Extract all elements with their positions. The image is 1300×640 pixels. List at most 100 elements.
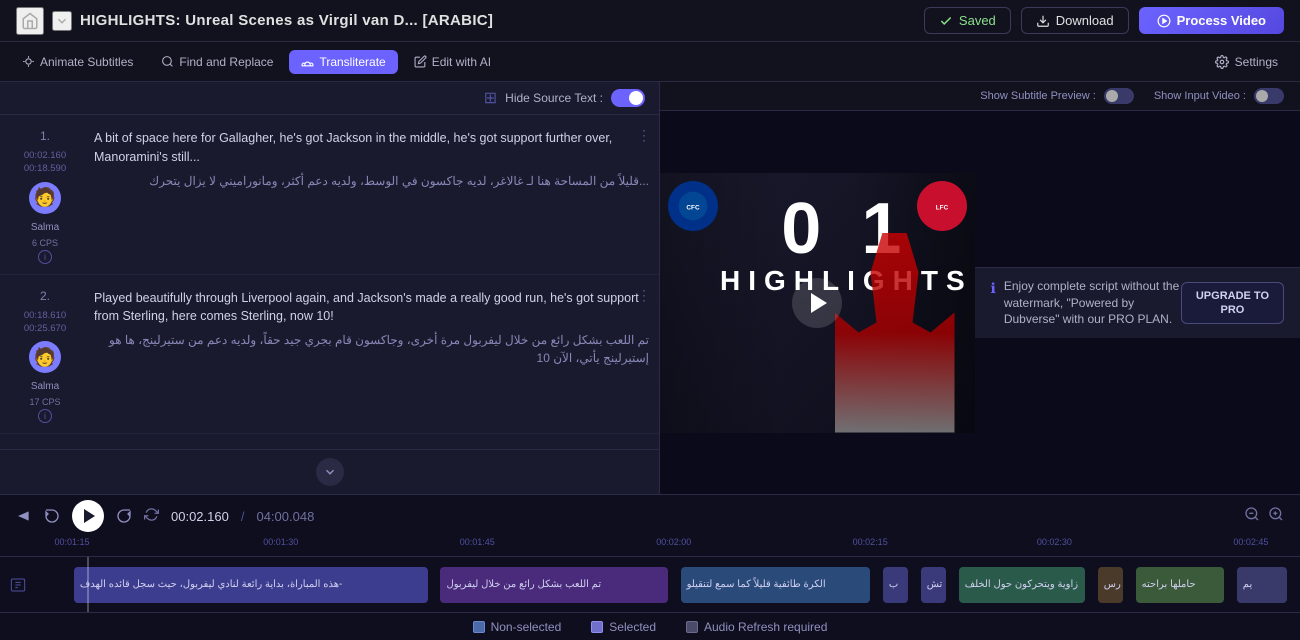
upgrade-banner: ℹ Enjoy complete script without the wate… (975, 267, 1300, 338)
top-bar: HIGHLIGHTS: Unreal Scenes as Virgil van … (0, 0, 1300, 42)
subtitles-list: 1. 00:02.160 00:18.590 🧑 Salma 6 CPS i A… (0, 115, 659, 449)
entry-source-text-2[interactable]: Played beautifully through Liverpool aga… (94, 289, 649, 327)
entry-source-text-1[interactable]: A bit of space here for Gallagher, he's … (94, 129, 649, 167)
ruler-mark-1: 00:01:30 (263, 537, 298, 547)
entry-source-text-3[interactable]: Or is it? (94, 448, 649, 449)
playhead (87, 557, 89, 612)
play-icon (811, 293, 827, 313)
status-audio-refresh: Audio Refresh required (686, 620, 827, 634)
transliterate-button[interactable]: Transliterate (289, 50, 397, 74)
previous-button[interactable] (16, 508, 32, 524)
clip-segment-0[interactable]: هذه المباراة، بداية رائعة لنادي ليفربول،… (74, 567, 428, 603)
ruler-mark-5: 00:02:30 (1037, 537, 1072, 547)
right-panel: Show Subtitle Preview : Show Input Video… (660, 82, 1300, 494)
clip-segment-4[interactable]: تش (921, 567, 946, 603)
expand-chevron-button[interactable] (52, 11, 72, 31)
entry-time-2: 00:18.610 00:25.670 (24, 309, 66, 336)
entry-content-3: Or is it? أم هو؟ (90, 444, 659, 449)
zoom-out-button[interactable] (1244, 506, 1260, 527)
clip-segment-8[interactable]: يم (1237, 567, 1288, 603)
timeline-controls: 00:02.160 / 04:00.048 (0, 495, 1300, 537)
settings-button[interactable]: Settings (1203, 50, 1290, 74)
video-preview: CFC LFC 0 1 HIGHLIGHTS (660, 173, 975, 433)
play-triangle-icon (84, 509, 95, 523)
clip-segment-5[interactable]: زاوية ويتحركون حول الخلف (959, 567, 1085, 603)
track-icon (0, 577, 36, 593)
audio-refresh-dot (686, 621, 698, 633)
input-video-toggle[interactable] (1254, 88, 1284, 104)
info-icon-1[interactable]: i (38, 250, 52, 264)
entry-translation-1[interactable]: ...قليلاً من المساحة هنا لـ غالاغر، لديه… (94, 172, 649, 190)
zoom-in-button[interactable] (1268, 506, 1284, 527)
process-video-button[interactable]: Process Video (1139, 7, 1284, 34)
current-time: 00:02.160 (171, 509, 229, 524)
forward-5s-button[interactable] (116, 508, 132, 524)
entry-num-3: 3. (40, 448, 50, 449)
clip-segment-1[interactable]: تم اللعب بشكل رائع من خلال ليفربول (440, 567, 668, 603)
animate-subtitles-button[interactable]: Animate Subtitles (10, 50, 145, 74)
main-area: ⊞ Hide Source Text : 1. 00:02.160 00:18.… (0, 82, 1300, 494)
avatar-2: 🧑 (29, 341, 61, 373)
ruler-mark-0: 00:01:15 (54, 537, 89, 547)
hide-source-bar: ⊞ Hide Source Text : (0, 82, 659, 115)
clip-segment-2[interactable]: الكرة طائفية قليلاً كما سمع لتنقيلو (681, 567, 871, 603)
find-replace-button[interactable]: Find and Replace (149, 50, 285, 74)
upgrade-message: ℹ Enjoy complete script without the wate… (991, 278, 1181, 328)
entry-num-1: 1. (40, 129, 50, 143)
non-selected-dot (473, 621, 485, 633)
video-background: CFC LFC 0 1 HIGHLIGHTS (660, 173, 975, 433)
entry-meta-1: 1. 00:02.160 00:18.590 🧑 Salma 6 CPS i (0, 125, 90, 264)
ruler-mark-2: 00:01:45 (460, 537, 495, 547)
ruler-mark-3: 00:02:00 (656, 537, 691, 547)
saved-button[interactable]: Saved (924, 7, 1011, 34)
home-button[interactable] (16, 7, 44, 35)
subtitle-editor-panel: ⊞ Hide Source Text : 1. 00:02.160 00:18.… (0, 82, 660, 494)
ruler-mark-4: 00:02:15 (853, 537, 888, 547)
show-subtitle-preview-label: Show Subtitle Preview : (980, 90, 1096, 102)
info-icon-2[interactable]: i (38, 409, 52, 423)
entry-meta-2: 2. 00:18.610 00:25.670 🧑 Salma 17 CPS i (0, 285, 90, 424)
refresh-button[interactable] (144, 507, 159, 525)
ruler-mark-6: 00:02:45 (1233, 537, 1268, 547)
time-separator: / (241, 509, 245, 524)
subtitle-entry: 1. 00:02.160 00:18.590 🧑 Salma 6 CPS i A… (0, 115, 659, 275)
entry-time-1: 00:02.160 00:18.590 (24, 149, 66, 176)
entry-more-button-3[interactable]: ⋮ (637, 446, 651, 449)
subtitle-preview-toggle[interactable] (1104, 88, 1134, 104)
selected-dot (591, 621, 603, 633)
selected-label: Selected (609, 620, 656, 634)
status-non-selected: Non-selected (473, 620, 562, 634)
upgrade-to-pro-button[interactable]: UPGRADE TO PRO (1181, 282, 1284, 325)
entry-speaker-2: Salma (31, 381, 59, 392)
clip-track: هذه المباراة، بداية رائعة لنادي ليفربول،… (0, 557, 1300, 612)
clip-segment-6[interactable]: رس (1098, 567, 1123, 603)
entry-num-2: 2. (40, 289, 50, 303)
video-play-button[interactable] (792, 278, 842, 328)
toolbar: Animate Subtitles Find and Replace Trans… (0, 42, 1300, 82)
top-bar-left: HIGHLIGHTS: Unreal Scenes as Virgil van … (16, 7, 493, 35)
show-input-video-label: Show Input Video : (1154, 90, 1246, 102)
svg-text:LFC: LFC (935, 204, 948, 211)
back-5s-button[interactable] (44, 508, 60, 524)
entry-content-2: Played beautifully through Liverpool aga… (90, 285, 659, 424)
hide-source-toggle[interactable] (611, 89, 645, 107)
upgrade-text-content: Enjoy complete script without the waterm… (1004, 278, 1181, 328)
status-bar: Non-selected Selected Audio Refresh requ… (0, 612, 1300, 640)
video-container: CFC LFC 0 1 HIGHLIGHTS (660, 111, 1300, 494)
clip-segment-3[interactable]: ب (883, 567, 908, 603)
show-subtitle-preview-toggle-group: Show Subtitle Preview : (980, 88, 1134, 104)
show-input-video-toggle-group: Show Input Video : (1154, 88, 1284, 104)
ruler-marks: 00:01:15 00:01:30 00:01:45 00:02:00 00:0… (72, 537, 1300, 556)
timeline-area: 00:02.160 / 04:00.048 00:01:15 00:01:30 … (0, 494, 1300, 640)
clip-segment-7[interactable]: حاملها براحته (1136, 567, 1224, 603)
scroll-down-button[interactable] (316, 458, 344, 486)
entry-translation-2[interactable]: تم اللعب بشكل رائع من خلال ليفربول مرة أ… (94, 331, 649, 367)
audio-refresh-label: Audio Refresh required (704, 620, 827, 634)
play-pause-button[interactable] (72, 500, 104, 532)
track-inner[interactable]: هذه المباراة، بداية رائعة لنادي ليفربول،… (36, 557, 1300, 612)
download-button[interactable]: Download (1021, 7, 1129, 34)
entry-more-button-2[interactable]: ⋮ (637, 287, 651, 304)
entry-more-button-1[interactable]: ⋮ (637, 127, 651, 144)
edit-ai-button[interactable]: Edit with AI (402, 50, 503, 74)
subtitle-entry-3: 3. 00:25.690 00:27.489 🧑 Salma 3 CPS i O… (0, 434, 659, 449)
